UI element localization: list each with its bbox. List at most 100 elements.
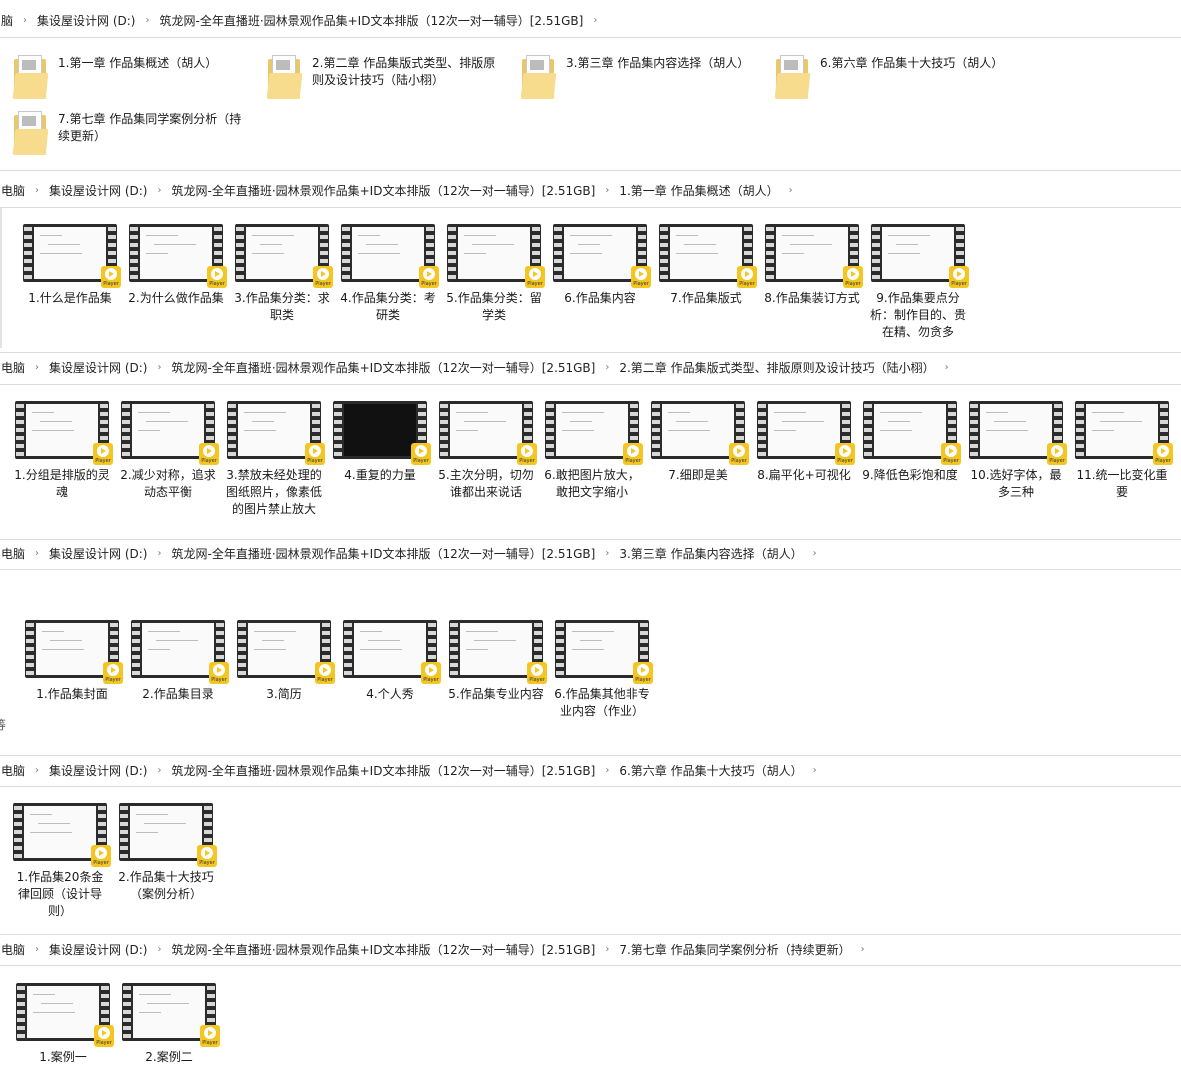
chevron-right-icon[interactable]: › xyxy=(936,362,958,373)
video-file-item[interactable]: Player 4.个人秀 xyxy=(339,620,441,703)
folder-item[interactable]: 7.第七章 作品集同学案例分析（持续更新） xyxy=(12,111,248,155)
video-file-item[interactable]: Player 6.作品集其他非专业内容（作业） xyxy=(551,620,653,720)
breadcrumb-segment[interactable]: 2.第二章 作品集版式类型、排版原则及设计技巧（陆小栩） xyxy=(618,359,935,376)
video-file-item[interactable]: Player 2.作品集十大技巧（案例分析） xyxy=(115,803,217,903)
player-label: Player xyxy=(413,458,429,464)
breadcrumb-segment[interactable]: 筑龙网-全年直播班·园林景观作品集+ID文本排版（12次一对一辅导）[2.51G… xyxy=(170,182,596,199)
video-thumbnail: Player xyxy=(659,224,757,288)
folder-item[interactable]: 6.第六章 作品集十大技巧（胡人） xyxy=(774,55,1010,99)
chevron-right-icon[interactable]: › xyxy=(584,15,606,26)
breadcrumb[interactable]: 电脑 › 集设屋设计网 (D:) › 筑龙网-全年直播班·园林景观作品集+ID文本排版（… xyxy=(0,356,1181,378)
chevron-right-icon[interactable]: › xyxy=(26,548,48,559)
video-file-item[interactable]: Player 1.分组是排版的灵魂 xyxy=(11,401,113,501)
chevron-right-icon[interactable]: › xyxy=(26,185,48,196)
breadcrumb[interactable]: 电脑 › 集设屋设计网 (D:) › 筑龙网-全年直播班·园林景观作品集+ID文本排版（… xyxy=(0,938,1181,960)
breadcrumb-segment[interactable]: 脑 xyxy=(0,12,14,29)
breadcrumb-segment[interactable]: 筑龙网-全年直播班·园林景观作品集+ID文本排版（12次一对一辅导）[2.51G… xyxy=(170,762,596,779)
breadcrumb-segment[interactable]: 集设屋设计网 (D:) xyxy=(48,182,148,199)
chevron-right-icon[interactable]: › xyxy=(26,362,48,373)
video-file-item[interactable]: Player 2.案例二 xyxy=(118,983,220,1066)
video-file-item[interactable]: Player 2.为什么做作品集 xyxy=(125,224,227,307)
chevron-right-icon[interactable]: › xyxy=(148,185,170,196)
frame-text-line xyxy=(888,253,920,254)
breadcrumb-segment[interactable]: 电脑 xyxy=(0,941,26,958)
play-icon xyxy=(1157,445,1169,457)
chevron-right-icon[interactable]: › xyxy=(148,548,170,559)
video-file-item[interactable]: Player 5.作品集专业内容 xyxy=(445,620,547,703)
video-file-item[interactable]: Player 6.敢把图片放大，敢把文字缩小 xyxy=(541,401,643,501)
video-file-item[interactable]: Player 5.作品集分类：留学类 xyxy=(443,224,545,324)
film-strip-icon xyxy=(122,404,130,456)
video-file-item[interactable]: Player 2.作品集目录 xyxy=(127,620,229,703)
film-strip-icon xyxy=(334,404,342,456)
video-file-item[interactable]: Player 11.统一比变化重要 xyxy=(1071,401,1173,501)
video-file-item[interactable]: Player 10.选好字体，最多三种 xyxy=(965,401,1067,501)
chevron-right-icon[interactable]: › xyxy=(596,185,618,196)
video-file-item[interactable]: Player 2.减少对称，追求动态平衡 xyxy=(117,401,219,501)
chevron-right-icon[interactable]: › xyxy=(804,765,826,776)
chevron-right-icon[interactable]: › xyxy=(596,548,618,559)
breadcrumb-segment[interactable]: 筑龙网-全年直播班·园林景观作品集+ID文本排版（12次一对一辅导）[2.51G… xyxy=(158,12,584,29)
chevron-right-icon[interactable]: › xyxy=(26,944,48,955)
video-file-item[interactable]: Player 8.作品集装订方式 xyxy=(761,224,863,307)
film-strip-icon xyxy=(132,623,140,675)
breadcrumb[interactable]: 电脑 › 集设屋设计网 (D:) › 筑龙网-全年直播班·园林景观作品集+ID文本排版（… xyxy=(0,542,1181,564)
video-file-item[interactable]: Player 4.作品集分类：考研类 xyxy=(337,224,439,324)
chevron-right-icon[interactable]: › xyxy=(26,765,48,776)
video-file-item[interactable]: Player 1.什么是作品集 xyxy=(19,224,121,307)
breadcrumb[interactable]: 脑 › 集设屋设计网 (D:) › 筑龙网-全年直播班·园林景观作品集+ID文本排版（1… xyxy=(0,9,1181,31)
breadcrumb-segment[interactable]: 集设屋设计网 (D:) xyxy=(48,762,148,779)
breadcrumb-segment[interactable]: 1.第一章 作品集概述（胡人） xyxy=(618,182,779,199)
breadcrumb-segment[interactable]: 集设屋设计网 (D:) xyxy=(48,941,148,958)
breadcrumb-segment[interactable]: 筑龙网-全年直播班·园林景观作品集+ID文本排版（12次一对一辅导）[2.51G… xyxy=(170,941,596,958)
video-thumbnail: Player xyxy=(131,620,229,684)
breadcrumb-segment[interactable]: 7.第七章 作品集同学案例分析（持续更新） xyxy=(618,941,851,958)
folder-item[interactable]: 3.第三章 作品集内容选择（胡人） xyxy=(520,55,756,99)
player-label: Player xyxy=(1155,458,1171,464)
video-thumbnail: Player xyxy=(449,620,547,684)
chevron-right-icon[interactable]: › xyxy=(148,944,170,955)
chevron-right-icon[interactable]: › xyxy=(596,765,618,776)
folder-item[interactable]: 2.第二章 作品集版式类型、排版原则及设计技巧（陆小栩） xyxy=(266,55,502,99)
breadcrumb-segment[interactable]: 6.第六章 作品集十大技巧（胡人） xyxy=(618,762,803,779)
video-file-item[interactable]: Player 7.作品集版式 xyxy=(655,224,757,307)
video-file-item[interactable]: Player 9.降低色彩饱和度 xyxy=(859,401,961,484)
video-file-item[interactable]: Player 9.作品集要点分析：制作目的、贵在精、勿贪多 xyxy=(867,224,969,341)
video-file-item[interactable]: Player 7.细即是美 xyxy=(647,401,749,484)
video-file-item[interactable]: Player 5.主次分明，切勿谁都出来说话 xyxy=(435,401,537,501)
video-file-item[interactable]: Player 4.重复的力量 xyxy=(329,401,431,484)
breadcrumb-segment[interactable]: 筑龙网-全年直播班·园林景观作品集+ID文本排版（12次一对一辅导）[2.51G… xyxy=(170,545,596,562)
breadcrumb-segment[interactable]: 集设屋设计网 (D:) xyxy=(36,12,136,29)
chevron-right-icon[interactable]: › xyxy=(852,944,874,955)
video-thumbnail: Player xyxy=(119,803,217,867)
breadcrumb-segment[interactable]: 电脑 xyxy=(0,359,26,376)
breadcrumb-segment[interactable]: 集设屋设计网 (D:) xyxy=(48,359,148,376)
chevron-right-icon[interactable]: › xyxy=(596,362,618,373)
breadcrumb[interactable]: 电脑 › 集设屋设计网 (D:) › 筑龙网-全年直播班·园林景观作品集+ID文本排版（… xyxy=(0,759,1181,781)
chevron-right-icon[interactable]: › xyxy=(804,548,826,559)
folder-item[interactable]: 1.第一章 作品集概述（胡人） xyxy=(12,55,248,99)
breadcrumb[interactable]: 电脑 › 集设屋设计网 (D:) › 筑龙网-全年直播班·园林景观作品集+ID文本排版（… xyxy=(0,179,1181,201)
video-file-item[interactable]: Player 1.作品集20条金律回顾（设计导则） xyxy=(9,803,111,920)
chevron-right-icon[interactable]: › xyxy=(596,944,618,955)
chevron-right-icon[interactable]: › xyxy=(148,765,170,776)
chevron-right-icon[interactable]: › xyxy=(14,15,36,26)
player-label: Player xyxy=(317,677,333,683)
video-file-item[interactable]: Player 3.简历 xyxy=(233,620,335,703)
player-badge-icon: Player xyxy=(1153,443,1173,465)
breadcrumb-segment[interactable]: 3.第三章 作品集内容选择（胡人） xyxy=(618,545,803,562)
chevron-right-icon[interactable]: › xyxy=(780,185,802,196)
video-file-item[interactable]: Player 6.作品集内容 xyxy=(549,224,651,307)
chevron-right-icon[interactable]: › xyxy=(148,362,170,373)
video-file-item[interactable]: Player 3.作品集分类：求职类 xyxy=(231,224,333,324)
breadcrumb-segment[interactable]: 电脑 xyxy=(0,545,26,562)
video-file-item[interactable]: Player 1.作品集封面 xyxy=(21,620,123,703)
breadcrumb-segment[interactable]: 集设屋设计网 (D:) xyxy=(48,545,148,562)
video-file-item[interactable]: Player 3.禁放未经处理的图纸照片，像素低的图片禁止放大 xyxy=(223,401,325,518)
video-file-item[interactable]: Player 1.案例一 xyxy=(12,983,114,1066)
chevron-right-icon[interactable]: › xyxy=(136,15,158,26)
breadcrumb-segment[interactable]: 筑龙网-全年直播班·园林景观作品集+ID文本排版（12次一对一辅导）[2.51G… xyxy=(170,359,596,376)
video-file-item[interactable]: Player 8.扁平化+可视化 xyxy=(753,401,855,484)
breadcrumb-segment[interactable]: 电脑 xyxy=(0,762,26,779)
breadcrumb-segment[interactable]: 电脑 xyxy=(0,182,26,199)
